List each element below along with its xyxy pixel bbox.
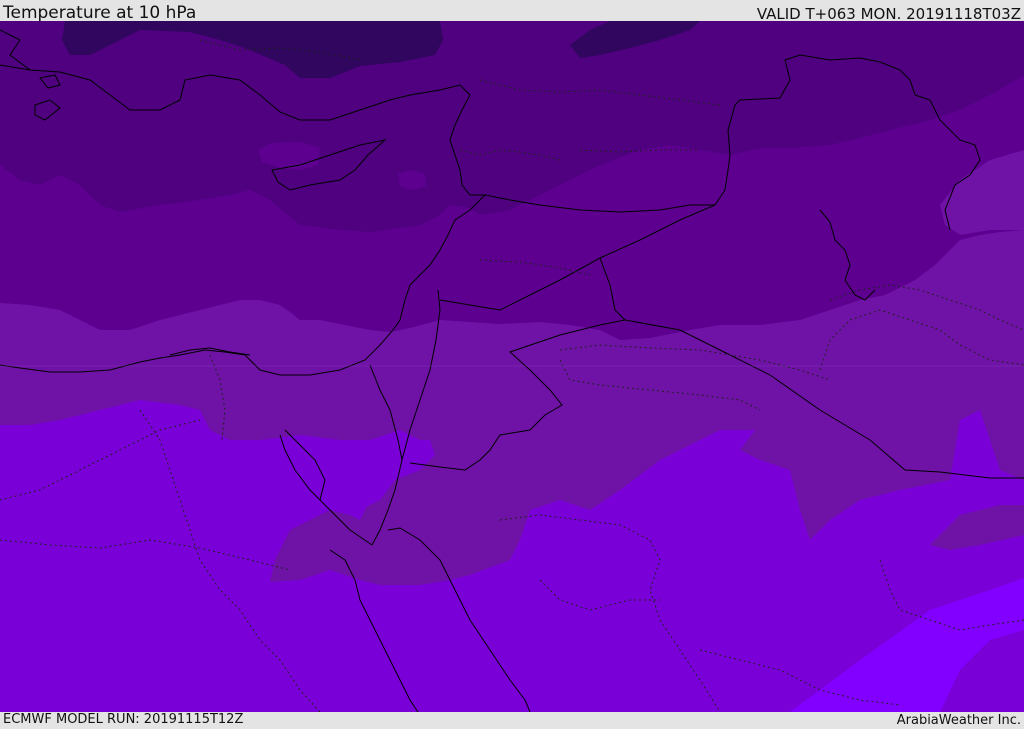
map-title: Temperature at 10 hPa (3, 3, 197, 23)
footer-bar: ECMWF MODEL RUN: 20191115T12Z ArabiaWeat… (0, 712, 1024, 729)
header-bar: Temperature at 10 hPa VALID T+063 MON. 2… (0, 0, 1024, 23)
model-run-label: ECMWF MODEL RUN: 20191115T12Z (3, 712, 244, 727)
weather-map[interactable] (0, 21, 1024, 712)
brand-label: ArabiaWeather Inc. (896, 713, 1021, 728)
